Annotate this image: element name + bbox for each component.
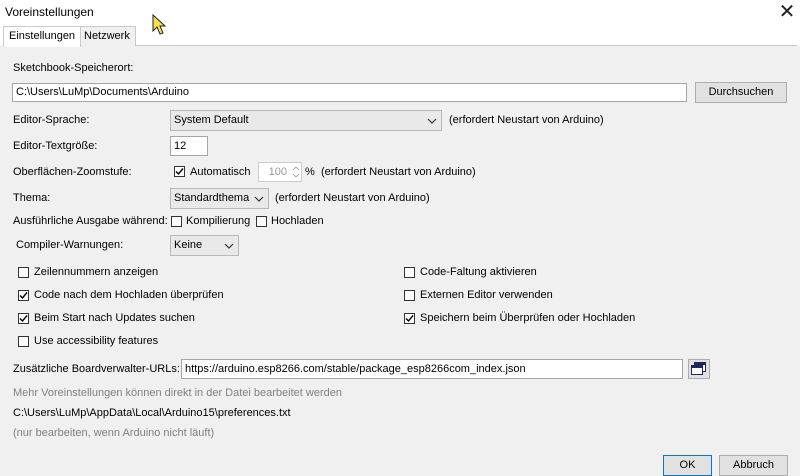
warnings-value: Keine xyxy=(174,239,203,251)
line-numbers-label: Zeilennummern anzeigen xyxy=(34,266,159,278)
accessibility-label: Use accessibility features xyxy=(34,335,159,347)
save-on-verify-checkbox[interactable] xyxy=(404,313,415,324)
zoom-unit: % xyxy=(305,166,315,178)
boards-url-edit-button[interactable] xyxy=(688,359,710,379)
browse-button[interactable]: Durchsuchen xyxy=(695,82,787,103)
verify-upload-checkbox[interactable] xyxy=(18,290,29,301)
accessibility-checkbox[interactable] xyxy=(18,336,29,347)
verbose-label: Ausführliche Ausgabe während: xyxy=(13,215,168,227)
language-select[interactable]: System Default xyxy=(170,110,442,131)
chevron-down-icon xyxy=(254,196,264,202)
theme-select[interactable]: Standardthema xyxy=(170,188,269,209)
mouse-cursor-icon xyxy=(152,14,167,35)
language-value: System Default xyxy=(174,114,249,126)
zoom-auto-label: Automatisch xyxy=(190,166,251,178)
zoom-label: Oberflächen-Zoomstufe: xyxy=(13,166,132,178)
spinner-arrows-icon[interactable] xyxy=(291,163,301,181)
code-folding-checkbox[interactable] xyxy=(404,267,415,278)
prefs-file-path: C:\Users\LuMp\AppData\Local\Arduino15\pr… xyxy=(13,407,291,419)
close-icon[interactable]: ✕ xyxy=(776,1,798,23)
zoom-note: (erfordert Neustart von Arduino) xyxy=(321,166,476,178)
more-prefs-note: Mehr Voreinstellungen können direkt in d… xyxy=(13,387,342,399)
textsize-label: Editor-Textgröße: xyxy=(13,140,98,152)
external-editor-label: Externen Editor verwenden xyxy=(420,289,553,301)
language-note: (erfordert Neustart von Arduino) xyxy=(449,114,604,126)
tab-einstellungen[interactable]: Einstellungen xyxy=(3,26,82,47)
check-updates-checkbox[interactable] xyxy=(18,313,29,324)
theme-note: (erfordert Neustart von Arduino) xyxy=(275,192,430,204)
title-bar xyxy=(0,0,800,26)
external-editor-checkbox[interactable] xyxy=(404,290,415,301)
checkmark-icon xyxy=(405,315,414,323)
boards-url-label: Zusätzliche Boardverwalter-URLs: xyxy=(13,363,180,375)
zoom-auto-checkbox[interactable] xyxy=(174,166,185,177)
save-on-verify-label: Speichern beim Überprüfen oder Hochladen xyxy=(420,312,636,324)
verbose-upload-label: Hochladen xyxy=(271,215,324,227)
theme-label: Thema: xyxy=(13,192,51,204)
check-updates-label: Beim Start nach Updates suchen xyxy=(34,312,195,324)
line-numbers-checkbox[interactable] xyxy=(18,267,29,278)
edit-hint-note: (nur bearbeiten, wenn Arduino nicht läuf… xyxy=(13,427,215,439)
boards-url-input[interactable]: https://arduino.esp8266.com/stable/packa… xyxy=(181,359,683,379)
ok-button[interactable]: OK xyxy=(663,455,712,476)
checkmark-icon xyxy=(19,292,28,300)
warnings-select[interactable]: Keine xyxy=(170,235,239,256)
checkmark-icon xyxy=(175,168,184,176)
verbose-compile-label: Kompilierung xyxy=(186,215,251,227)
window-icon xyxy=(691,362,706,375)
window-title: Voreinstellungen xyxy=(5,5,94,19)
checkmark-icon xyxy=(19,315,28,323)
warnings-label: Compiler-Warnungen: xyxy=(16,239,124,251)
textsize-input[interactable]: 12 xyxy=(170,136,208,156)
chevron-down-icon xyxy=(224,243,234,249)
chevron-down-icon xyxy=(427,118,437,124)
cancel-button[interactable]: Abbruch xyxy=(719,455,788,476)
verify-upload-label: Code nach dem Hochladen überprüfen xyxy=(34,289,224,301)
verbose-upload-checkbox[interactable] xyxy=(256,216,267,227)
language-label: Editor-Sprache: xyxy=(13,114,90,126)
code-folding-label: Code-Faltung aktivieren xyxy=(420,266,537,278)
theme-value: Standardthema xyxy=(174,192,250,204)
sketchbook-label: Sketchbook-Speicherort: xyxy=(13,62,134,74)
tab-netzwerk[interactable]: Netzwerk xyxy=(78,26,136,46)
verbose-compile-checkbox[interactable] xyxy=(171,216,182,227)
sketchbook-path-input[interactable]: C:\Users\LuMp\Documents\Arduino xyxy=(12,83,687,102)
